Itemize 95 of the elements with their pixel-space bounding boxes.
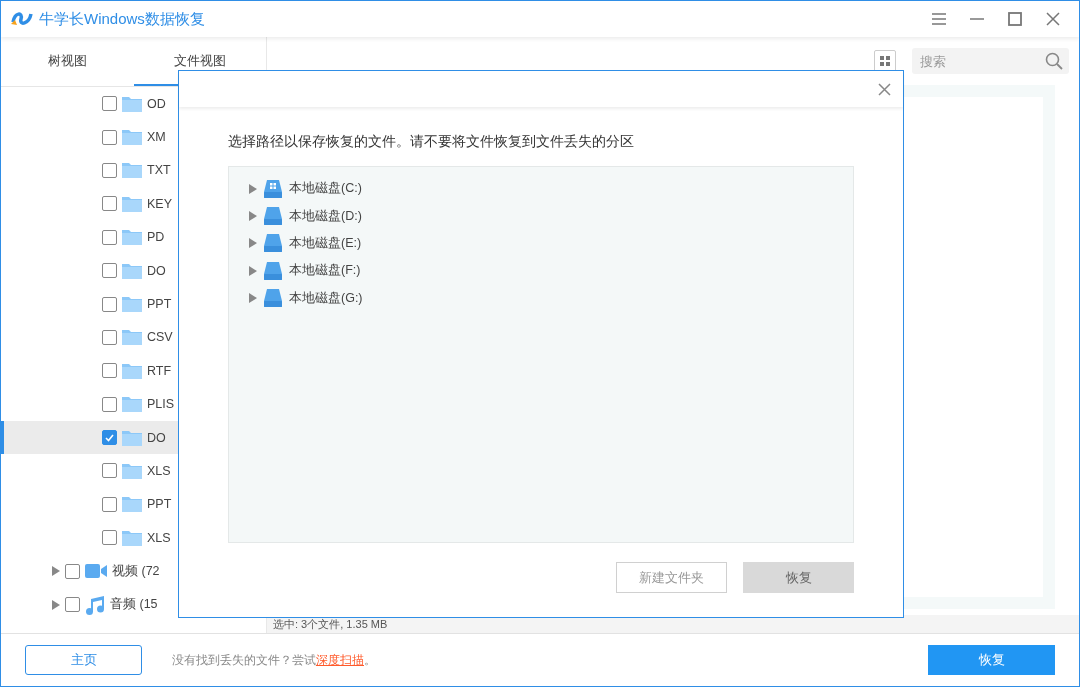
expand-arrow-icon[interactable] — [249, 211, 257, 222]
folder-icon — [122, 162, 142, 179]
hint-text: 没有找到丢失的文件？尝试深度扫描。 — [172, 651, 377, 669]
folder-icon — [122, 195, 142, 212]
checkbox[interactable] — [102, 263, 117, 279]
close-icon — [878, 82, 891, 96]
tree-row[interactable]: TXT — [1, 153, 266, 188]
tree-row[interactable]: PPT — [1, 487, 266, 522]
expand-arrow-icon[interactable] — [52, 566, 60, 577]
drive-label[interactable]: 本地磁盘(F:) — [289, 262, 361, 280]
tree-label: CSV — [147, 330, 173, 345]
search-field[interactable]: 搜索 — [912, 48, 1069, 74]
tree-row[interactable]: 音频 (15 — [1, 587, 266, 622]
checkbox[interactable] — [102, 430, 117, 446]
folder-icon — [122, 262, 142, 279]
tree-row[interactable]: 视频 (72 — [1, 554, 266, 588]
view-tab[interactable]: 树视图 — [1, 37, 134, 86]
checkbox[interactable] — [102, 129, 117, 145]
logo-icon — [11, 10, 33, 28]
tree-label: PPT — [147, 297, 172, 312]
checkbox[interactable] — [102, 530, 117, 546]
tree-label: DO — [147, 263, 166, 278]
search-icon[interactable] — [1045, 52, 1063, 70]
grid-view-button[interactable] — [874, 50, 896, 72]
expand-arrow-icon[interactable] — [249, 238, 257, 249]
tree-row[interactable]: KEY — [1, 187, 266, 221]
menu-icon — [932, 13, 946, 25]
tree-label: XLS — [147, 530, 171, 545]
expand-arrow-icon[interactable] — [52, 599, 60, 610]
tree-row[interactable]: PLIS — [1, 387, 266, 421]
checkbox[interactable] — [102, 496, 117, 512]
tree-label: XLS — [147, 464, 171, 478]
close-icon — [1046, 12, 1060, 26]
checkbox[interactable] — [102, 96, 117, 112]
drive-icon — [263, 206, 283, 227]
drive-label[interactable]: 本地磁盘(G:) — [289, 289, 363, 307]
home-button[interactable]: 主页 — [25, 645, 142, 675]
dialog-message: 选择路径以保存恢复的文件。请不要将文件恢复到文件丢失的分区 — [228, 133, 635, 151]
drive-icon — [263, 288, 283, 309]
tree-label: RTF — [147, 363, 172, 378]
checkbox[interactable] — [102, 229, 117, 245]
tree-label: 视频 (72 — [112, 562, 160, 580]
checkmark-icon — [105, 433, 114, 442]
folder-icon — [122, 329, 142, 346]
tree-row[interactable]: XLS — [1, 454, 266, 488]
tree-label: TXT — [147, 163, 171, 178]
expand-arrow-icon[interactable] — [249, 293, 257, 304]
checkbox[interactable] — [102, 363, 117, 379]
tree-row[interactable]: OD — [1, 87, 266, 121]
folder-icon — [122, 95, 142, 112]
checkbox[interactable] — [102, 296, 117, 312]
folder-icon — [122, 296, 142, 313]
folder-icon — [122, 496, 142, 513]
folder-icon — [122, 529, 142, 546]
checkbox[interactable] — [102, 162, 117, 178]
drive-label[interactable]: 本地磁盘(C:) — [289, 180, 362, 198]
tree-label: KEY — [147, 196, 172, 211]
tree-label: OD — [147, 96, 166, 111]
tree-row[interactable]: PD — [1, 220, 266, 254]
checkbox[interactable] — [102, 329, 117, 345]
tree-label: PLIS — [147, 397, 175, 412]
checkbox[interactable] — [102, 463, 117, 479]
music-note-icon — [85, 594, 105, 615]
maximize-icon — [1008, 12, 1022, 26]
folder-icon — [122, 129, 142, 146]
checkbox[interactable] — [65, 563, 80, 579]
drive-label[interactable]: 本地磁盘(E:) — [289, 234, 362, 252]
window-title: 牛学长Windows数据恢复 — [39, 9, 206, 29]
folder-icon — [122, 429, 142, 446]
drive-icon — [263, 260, 283, 281]
tree-label: 音频 (15 — [110, 596, 158, 614]
tree-label: DO — [147, 430, 166, 445]
folder-icon — [122, 463, 142, 479]
tree-row[interactable]: RTF — [1, 354, 266, 388]
tree-label: PPT — [147, 497, 172, 512]
tree-row[interactable]: PPT — [1, 287, 266, 321]
drive-label[interactable]: 本地磁盘(D:) — [289, 207, 362, 225]
tree-row[interactable]: CSV — [1, 320, 266, 355]
windows-drive-icon — [263, 178, 283, 199]
folder-icon — [122, 362, 142, 379]
tree-label: XM — [147, 130, 166, 145]
drive-icon — [263, 233, 283, 254]
checkbox[interactable] — [65, 597, 80, 613]
folder-icon — [122, 229, 142, 246]
tree-row[interactable]: XLS — [1, 521, 266, 555]
tree-row[interactable]: DO — [1, 253, 266, 288]
checkbox[interactable] — [102, 196, 117, 212]
folder-icon — [122, 396, 142, 413]
close-button[interactable] — [878, 82, 891, 96]
grid-icon — [880, 56, 890, 66]
tree-label: PD — [147, 230, 165, 245]
video-camera-icon — [85, 564, 107, 579]
expand-arrow-icon[interactable] — [249, 183, 257, 194]
checkbox[interactable] — [102, 396, 117, 412]
expand-arrow-icon[interactable] — [249, 265, 257, 276]
